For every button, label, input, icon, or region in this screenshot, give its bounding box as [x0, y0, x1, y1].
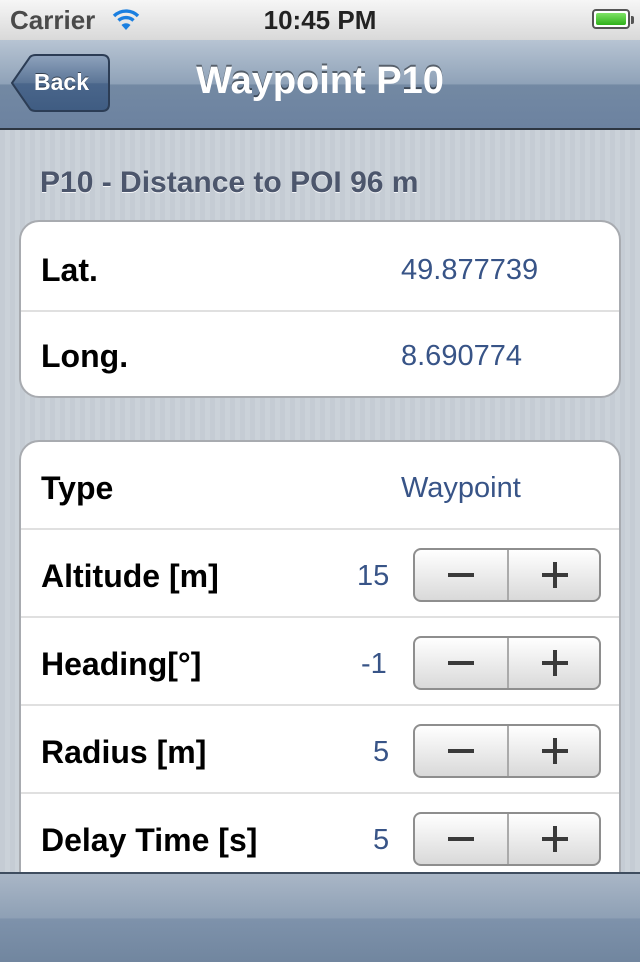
minus-icon — [448, 573, 474, 577]
back-button-label: Back — [34, 69, 89, 95]
plus-icon-vertical — [553, 738, 557, 764]
clock: 10:45 PM — [263, 5, 377, 35]
plus-icon-vertical — [553, 650, 557, 676]
longitude-value: 8.690774 — [401, 340, 522, 372]
page-title: Waypoint P10 — [196, 60, 444, 102]
heading-label: Heading[°] — [41, 646, 202, 682]
bottom-toolbar — [0, 872, 640, 962]
longitude-row[interactable]: Long. 8.690774 — [21, 312, 619, 396]
radius-stepper — [413, 724, 601, 778]
longitude-label: Long. — [41, 338, 129, 374]
plus-icon-vertical — [553, 562, 557, 588]
minus-icon — [448, 661, 474, 665]
minus-icon — [448, 837, 474, 841]
delay-time-row: Delay Time [s] 5 — [21, 794, 619, 880]
heading-increment-button[interactable] — [509, 638, 599, 688]
heading-row: Heading[°] -1 — [21, 618, 619, 706]
heading-value: -1 — [361, 648, 387, 680]
altitude-increment-button[interactable] — [509, 550, 599, 600]
plus-icon-vertical — [553, 826, 557, 852]
altitude-label: Altitude [m] — [41, 558, 219, 594]
altitude-row: Altitude [m] 15 — [21, 530, 619, 618]
latitude-row[interactable]: Lat. 49.877739 — [21, 222, 619, 312]
radius-row: Radius [m] 5 — [21, 706, 619, 794]
altitude-stepper — [413, 548, 601, 602]
altitude-decrement-button[interactable] — [415, 550, 509, 600]
back-button[interactable]: Back — [10, 54, 110, 112]
type-label: Type — [41, 470, 114, 506]
latitude-value: 49.877739 — [401, 254, 539, 286]
heading-stepper — [413, 636, 601, 690]
status-bar: Carrier 10:45 PM — [0, 0, 640, 41]
battery-icon — [592, 9, 634, 29]
delay-time-value: 5 — [373, 824, 390, 856]
altitude-value: 15 — [357, 560, 390, 592]
navigation-bar: Back Waypoint P10 — [0, 40, 640, 130]
minus-icon — [448, 749, 474, 753]
type-value: Waypoint — [401, 472, 521, 504]
radius-value: 5 — [373, 736, 390, 768]
section-header: P10 - Distance to POI 96 m — [40, 166, 419, 199]
radius-decrement-button[interactable] — [415, 726, 509, 776]
heading-decrement-button[interactable] — [415, 638, 509, 688]
delay-time-stepper — [413, 812, 601, 866]
latitude-label: Lat. — [41, 252, 98, 288]
type-row[interactable]: Type Waypoint — [21, 442, 619, 530]
waypoint-settings-group: Type Waypoint Altitude [m] 15 Heading[°]… — [19, 440, 621, 920]
radius-increment-button[interactable] — [509, 726, 599, 776]
delay-time-increment-button[interactable] — [509, 814, 599, 864]
delay-time-label: Delay Time [s] — [41, 822, 258, 858]
delay-time-decrement-button[interactable] — [415, 814, 509, 864]
coordinates-group: Lat. 49.877739 Long. 8.690774 — [19, 220, 621, 398]
radius-label: Radius [m] — [41, 734, 207, 770]
